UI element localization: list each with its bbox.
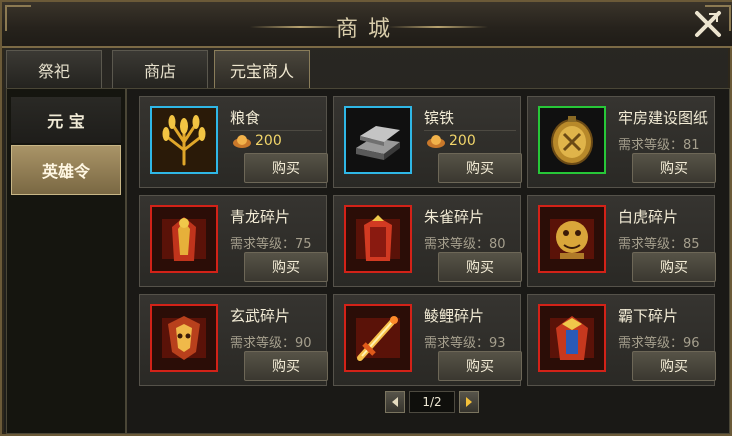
tab-label: 商店 [143, 61, 176, 81]
armor-fragment-icon [162, 316, 206, 360]
tab-shop[interactable]: 商店 [112, 50, 208, 88]
sidebar-item-hero-token[interactable]: 英雄令 [11, 145, 121, 195]
item-card: 朱雀碎片 需求等级：80 购买 [333, 195, 522, 287]
buy-button[interactable]: 购买 [438, 351, 522, 381]
level-requirement: 需求等级：81 [618, 138, 700, 153]
item-price: 200 [426, 133, 476, 149]
iron-ingot-icon [356, 126, 400, 160]
item-name: 霸下碎片 [618, 307, 679, 325]
item-icon-frame [538, 304, 606, 372]
ingot-currency-icon [427, 135, 445, 148]
buy-button[interactable]: 购买 [438, 252, 522, 282]
grain-icon [162, 115, 206, 166]
ingot-currency-icon [233, 135, 251, 148]
armor-fragment-icon [356, 215, 400, 261]
level-requirement: 需求等级：96 [618, 336, 700, 351]
next-page-button[interactable] [459, 391, 479, 413]
item-name: 白虎碎片 [618, 208, 679, 226]
sidebar-item-label: 英雄令 [41, 162, 90, 181]
tab-sacrifice[interactable]: 祭祀 [6, 50, 102, 88]
item-name: 朱雀碎片 [424, 208, 485, 226]
armor-fragment-icon [550, 316, 594, 360]
item-name: 粮食 [230, 109, 261, 127]
prev-page-button[interactable] [385, 391, 405, 413]
item-icon-frame [150, 205, 218, 273]
sidebar-item-ingot[interactable]: 元 宝 [11, 97, 121, 143]
title-bar: 商城 [2, 2, 732, 48]
item-card: 白虎碎片 需求等级：85 购买 [527, 195, 716, 287]
level-requirement: 需求等级：75 [230, 237, 312, 252]
buy-button[interactable]: 购买 [244, 351, 328, 381]
level-requirement: 需求等级：93 [424, 336, 506, 351]
buy-button[interactable]: 购买 [632, 351, 716, 381]
sidebar-item-label: 元 宝 [47, 112, 85, 131]
item-name: 鲮鲤碎片 [424, 307, 485, 325]
tab-label: 祭祀 [37, 61, 70, 81]
chevron-left-icon [392, 397, 398, 407]
item-icon-frame [344, 304, 412, 372]
buy-button[interactable]: 购买 [438, 153, 522, 183]
item-card: 玄武碎片 需求等级：90 购买 [139, 294, 328, 386]
level-requirement: 需求等级：85 [618, 237, 700, 252]
item-name: 镔铁 [424, 109, 455, 127]
item-card: 鲮鲤碎片 需求等级：93 购买 [333, 294, 522, 386]
item-icon-frame [538, 205, 606, 273]
close-button[interactable] [688, 4, 728, 44]
armor-fragment-icon [162, 217, 206, 261]
blueprint-medal-icon [551, 116, 593, 165]
category-sidebar: 元 宝 英雄令 [6, 88, 126, 434]
tab-ingot-merchant[interactable]: 元宝商人 [214, 50, 310, 88]
item-card: 镔铁 200 购买 [333, 96, 522, 188]
item-icon-frame [150, 304, 218, 372]
close-icon [695, 11, 721, 37]
sword-icon [356, 316, 400, 361]
item-icon-frame [538, 106, 606, 174]
corner-ornament [5, 5, 31, 31]
item-icon-frame [344, 205, 412, 273]
price-value: 200 [449, 133, 476, 149]
item-card: 粮食 200 购买 [139, 96, 328, 188]
item-grid-panel: 粮食 200 购买 镔铁 200 购买 牢房建设图纸 需求等级：81 购买 青龙… [126, 88, 730, 434]
chevron-right-icon [466, 397, 472, 407]
price-value: 200 [255, 133, 282, 149]
item-name: 玄武碎片 [230, 307, 291, 325]
item-price: 200 [232, 133, 282, 149]
item-card: 霸下碎片 需求等级：96 购买 [527, 294, 716, 386]
buy-button[interactable]: 购买 [244, 153, 328, 183]
item-card: 牢房建设图纸 需求等级：81 购买 [527, 96, 716, 188]
divider [424, 130, 516, 131]
buy-button[interactable]: 购买 [632, 252, 716, 282]
tiger-fragment-icon [550, 219, 594, 259]
item-name: 牢房建设图纸 [618, 109, 709, 127]
buy-button[interactable]: 购买 [244, 252, 328, 282]
buy-button[interactable]: 购买 [632, 153, 716, 183]
tab-label: 元宝商人 [229, 61, 294, 81]
level-requirement: 需求等级：80 [424, 237, 506, 252]
divider [230, 130, 322, 131]
item-card: 青龙碎片 需求等级：75 购买 [139, 195, 328, 287]
item-icon-frame [150, 106, 218, 174]
page-indicator: 1/2 [409, 391, 455, 413]
level-requirement: 需求等级：90 [230, 336, 312, 351]
item-name: 青龙碎片 [230, 208, 291, 226]
window-title: 商城 [335, 17, 400, 42]
item-icon-frame [344, 106, 412, 174]
